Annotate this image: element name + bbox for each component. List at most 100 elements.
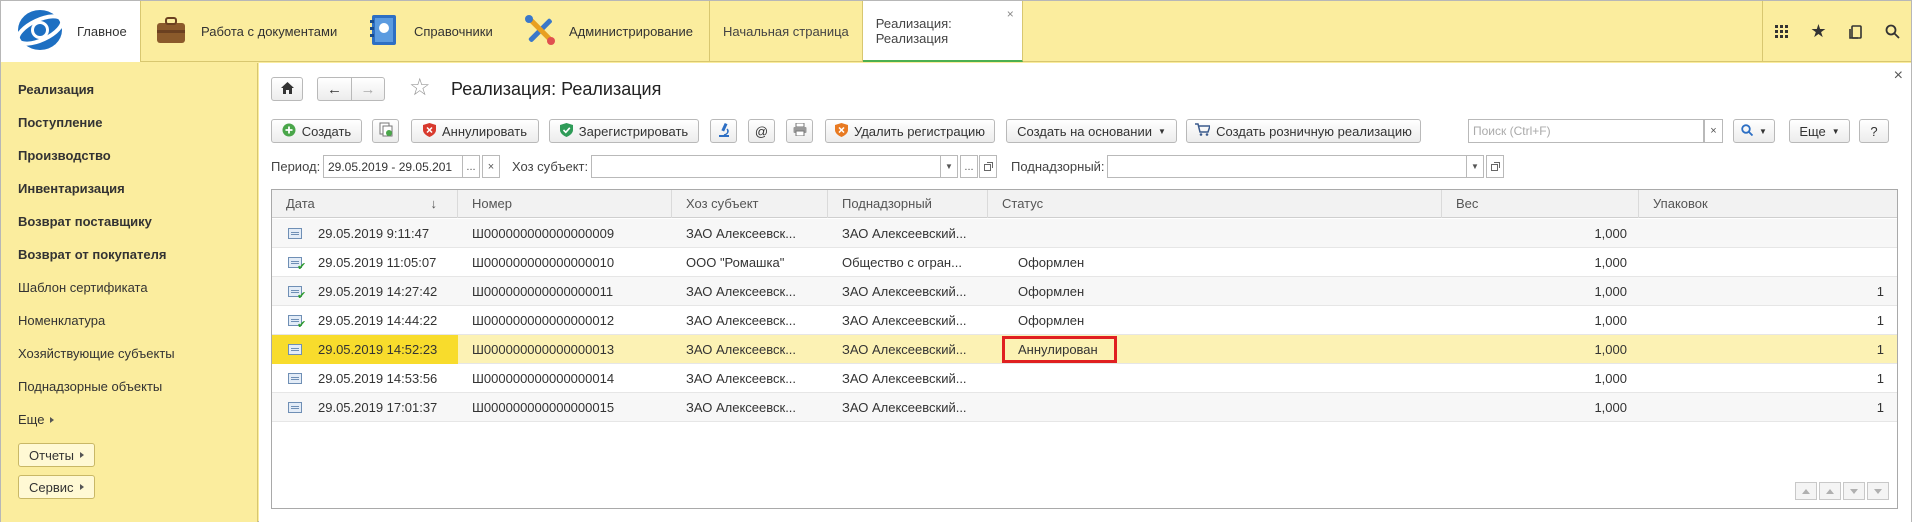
document-icon	[288, 344, 302, 355]
sidebar-item-inventory[interactable]: Инвентаризация	[18, 181, 125, 196]
sidebar: Реализация Поступление Производство Инве…	[1, 63, 258, 522]
supervised-open-icon[interactable]	[1486, 155, 1504, 178]
sidebar-item-supervised-objects[interactable]: Поднадзорные объекты	[18, 379, 162, 394]
cell-number: Ш000000000000000009	[472, 226, 615, 241]
period-clear-icon[interactable]: ×	[482, 155, 500, 178]
back-button[interactable]: ←	[317, 77, 351, 101]
document-icon	[288, 373, 302, 384]
column-header-weight[interactable]: Вес	[1442, 190, 1639, 218]
subject-label: Хоз субъект:	[512, 159, 589, 174]
sidebar-item-return-to-supplier[interactable]: Возврат поставщику	[18, 214, 152, 229]
search-icon[interactable]	[1874, 1, 1911, 62]
create-retail-button[interactable]: Создать розничную реализацию	[1186, 119, 1421, 143]
column-header-number[interactable]: Номер	[458, 190, 672, 218]
favorite-star-icon[interactable]: ☆	[409, 73, 431, 102]
create-button[interactable]: Создать	[271, 119, 362, 143]
annul-button[interactable]: Аннулировать	[411, 119, 539, 143]
print-button[interactable]	[786, 119, 813, 143]
apps-grid-icon[interactable]	[1763, 1, 1800, 62]
tab-home-page-label: Начальная страница	[723, 24, 849, 39]
email-button[interactable]: @	[748, 119, 775, 143]
section-directories[interactable]: Справочники	[368, 1, 493, 62]
column-header-supervised[interactable]: Поднадзорный	[828, 190, 988, 218]
supervised-dropdown-icon[interactable]: ▼	[1466, 155, 1484, 178]
cell-date: 29.05.2019 14:52:23	[318, 342, 438, 357]
printer-icon	[793, 122, 807, 139]
search-clear-icon[interactable]: ×	[1704, 119, 1723, 143]
favorites-star-icon[interactable]: ★	[1800, 1, 1837, 62]
cell-subject: ЗАО Алексеевск...	[686, 371, 797, 386]
sidebar-item-nomenclature[interactable]: Номенклатура	[18, 313, 105, 328]
sidebar-item-return-from-customer[interactable]: Возврат от покупателя	[18, 247, 166, 262]
cell-weight: 1,000	[1594, 313, 1627, 328]
dropdown-arrow-icon: ▼	[1157, 126, 1166, 136]
delete-registration-button[interactable]: Удалить регистрацию	[825, 119, 995, 143]
service-button-label: Сервис	[29, 479, 74, 495]
table-row[interactable]: ✔ 29.05.2019 14:44:22 Ш000000000000000012 З…	[272, 306, 1897, 335]
briefcase-icon	[155, 15, 187, 48]
sidebar-more[interactable]: Еще	[18, 412, 55, 427]
register-button[interactable]: Зарегистрировать	[549, 119, 699, 143]
column-header-date[interactable]: Дата ↓	[272, 190, 458, 218]
help-button[interactable]: ?	[1859, 119, 1889, 143]
table-row[interactable]: 29.05.2019 14:53:56 Ш000000000000000014 ЗА…	[272, 364, 1897, 393]
cell-weight: 1,000	[1594, 226, 1627, 241]
column-header-subject[interactable]: Хоз субъект	[672, 190, 828, 218]
sidebar-item-business-entities[interactable]: Хозяйствующие субъекты	[18, 346, 175, 361]
sidebar-item-production[interactable]: Производство	[18, 148, 111, 163]
sort-arrow-icon: ↓	[430, 196, 438, 211]
period-pick-button[interactable]: ...	[462, 155, 480, 178]
tab-close-icon[interactable]: ×	[1007, 7, 1014, 21]
table-row[interactable]: ✔ 29.05.2019 11:05:07 Ш000000000000000010 О…	[272, 248, 1897, 277]
microscope-button[interactable]	[710, 119, 737, 143]
caret-right-icon	[50, 416, 55, 423]
tab-sales[interactable]: Реализация: Реализация ×	[862, 1, 1023, 62]
subject-dropdown-icon[interactable]: ▼	[940, 155, 958, 178]
supervised-label: Поднадзорный:	[1011, 159, 1105, 174]
cell-date: 29.05.2019 14:27:42	[318, 284, 438, 299]
column-header-status[interactable]: Статус	[988, 190, 1442, 218]
scroll-up-button[interactable]	[1819, 482, 1841, 500]
more-button[interactable]: Еще ▼	[1789, 119, 1850, 143]
table-row[interactable]: ✔ 29.05.2019 14:27:42 Ш000000000000000011 З…	[272, 277, 1897, 306]
sidebar-item-receipts[interactable]: Поступление	[18, 115, 103, 130]
home-button[interactable]	[271, 77, 303, 101]
search-button[interactable]: ▼	[1733, 119, 1775, 143]
section-main-label: Главное	[77, 24, 127, 39]
subject-open-icon[interactable]	[979, 155, 997, 178]
arrow-right-icon: →	[360, 80, 376, 98]
cell-number: Ш000000000000000012	[472, 313, 615, 328]
cell-number: Ш000000000000000010	[472, 255, 615, 270]
section-main[interactable]: Главное	[1, 1, 141, 62]
scroll-top-button[interactable]	[1795, 482, 1817, 500]
directory-icon	[368, 13, 400, 50]
create-based-on-button[interactable]: Создать на основании ▼	[1006, 119, 1177, 143]
cell-status: Оформлен	[1002, 248, 1432, 277]
sidebar-item-certificate-template[interactable]: Шаблон сертификата	[18, 280, 148, 295]
scroll-bottom-button[interactable]	[1867, 482, 1889, 500]
sidebar-item-sales[interactable]: Реализация	[18, 82, 94, 97]
table-row[interactable]: 29.05.2019 17:01:37 Ш000000000000000015 ЗА…	[272, 393, 1897, 422]
cell-status-label: Оформлен	[1018, 284, 1085, 299]
supervised-input[interactable]	[1107, 155, 1467, 178]
subject-pick-button[interactable]: ...	[960, 155, 978, 178]
search-input[interactable]: Поиск (Ctrl+F)	[1468, 119, 1704, 143]
section-administration[interactable]: Администрирование	[523, 1, 693, 62]
register-button-label: Зарегистрировать	[578, 123, 689, 139]
subject-input[interactable]	[591, 155, 941, 178]
period-input[interactable]: 29.05.2019 - 29.05.201	[323, 155, 463, 178]
tab-home-page[interactable]: Начальная страница	[710, 1, 863, 62]
document-posted-icon: ✔	[288, 315, 306, 331]
history-icon[interactable]	[1837, 1, 1874, 62]
section-documents[interactable]: Работа с документами	[155, 1, 337, 62]
close-icon[interactable]: ×	[1894, 67, 1903, 85]
table-row[interactable]: 29.05.2019 14:52:23 Ш000000000000000013 ЗА…	[272, 335, 1897, 364]
caret-right-icon	[79, 452, 84, 458]
service-button[interactable]: Сервис	[18, 475, 95, 499]
reports-button[interactable]: Отчеты	[18, 443, 95, 467]
column-header-packs[interactable]: Упаковок	[1639, 190, 1897, 218]
scroll-down-button[interactable]	[1843, 482, 1865, 500]
copy-button[interactable]	[372, 119, 399, 143]
forward-button[interactable]: →	[351, 77, 385, 101]
table-row[interactable]: 29.05.2019 9:11:47 Ш000000000000000009 ЗАО…	[272, 219, 1897, 248]
